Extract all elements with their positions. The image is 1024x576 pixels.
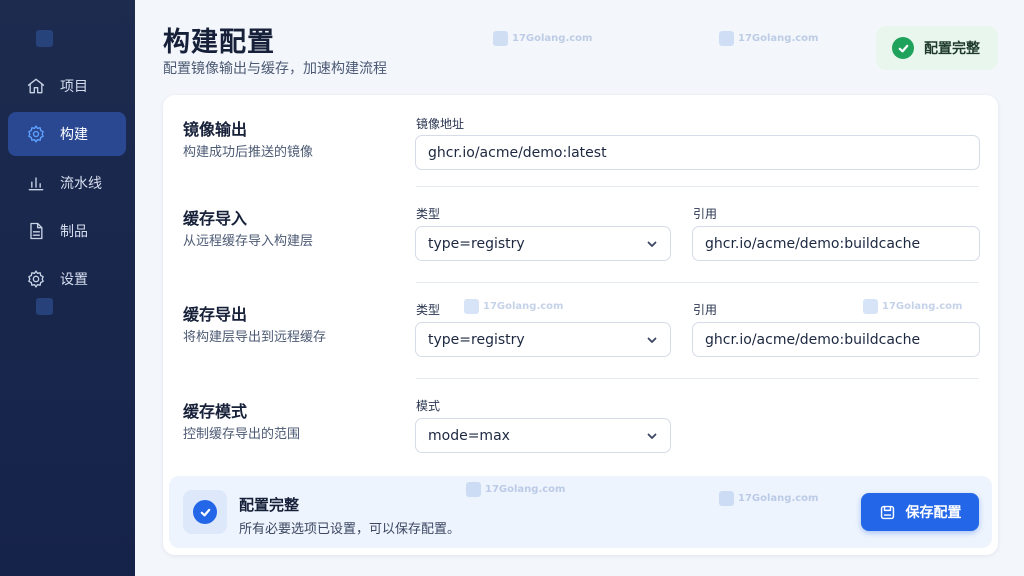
watermark: 17Golang.com: [719, 31, 818, 46]
gear-icon: [28, 125, 44, 143]
sidebar-item-build[interactable]: 构建: [8, 112, 126, 156]
home-icon: [27, 78, 45, 94]
status-badge: 配置完整: [876, 26, 998, 70]
image-address-input[interactable]: ghcr.io/acme/demo:latest: [415, 135, 980, 170]
section-title: 缓存导出: [183, 305, 248, 324]
sidebar-item-label: 构建: [60, 127, 88, 143]
image-address-label: 镜像地址: [416, 117, 465, 131]
divider: [416, 378, 979, 379]
logo-icon: [36, 298, 53, 315]
divider: [416, 186, 979, 187]
sidebar-item-settings[interactable]: 设置: [8, 257, 126, 301]
cache-export-type-label: 类型: [416, 303, 441, 317]
watermark-icon: [719, 31, 734, 46]
divider: [416, 282, 979, 283]
cache-import-ref-input[interactable]: ghcr.io/acme/demo:buildcache: [692, 226, 980, 261]
section-desc: 控制缓存导出的范围: [183, 427, 301, 442]
cache-import-ref-value: ghcr.io/acme/demo:buildcache: [705, 235, 921, 252]
section-title: 缓存模式: [183, 402, 248, 421]
sidebar-item-label: 流水线: [60, 176, 102, 192]
image-address-value: ghcr.io/acme/demo:latest: [428, 144, 607, 161]
section-desc: 将构建层导出到远程缓存: [183, 330, 327, 345]
document-icon: [30, 222, 43, 240]
section-desc: 构建成功后推送的镜像: [183, 145, 314, 160]
page-title: 构建配置: [163, 27, 275, 58]
save-button-label: 保存配置: [905, 504, 962, 520]
settings-icon: [28, 270, 44, 288]
sidebar-item-pipeline[interactable]: 流水线: [8, 161, 126, 205]
chevron-down-icon: [646, 430, 658, 442]
sidebar-item-label: 设置: [60, 272, 88, 288]
cache-export-type-select[interactable]: type=registry: [415, 322, 671, 357]
chevron-down-icon: [646, 334, 658, 346]
cache-export-ref-value: ghcr.io/acme/demo:buildcache: [705, 331, 921, 348]
section-title: 缓存导入: [183, 209, 248, 228]
logo-icon: [36, 30, 53, 47]
cache-import-type-label: 类型: [416, 207, 441, 221]
watermark: 17Golang.com: [493, 31, 592, 46]
banner-desc: 所有必要选项已设置，可以保存配置。: [239, 522, 461, 537]
sidebar-item-artifacts[interactable]: 制品: [8, 209, 126, 253]
cache-mode-value: mode=max: [428, 427, 510, 444]
status-badge-label: 配置完整: [924, 41, 980, 57]
cache-mode-select[interactable]: mode=max: [415, 418, 671, 453]
status-banner: 配置完整 所有必要选项已设置，可以保存配置。 保存配置: [169, 476, 992, 548]
save-config-button[interactable]: 保存配置: [861, 493, 979, 531]
cache-import-type-select[interactable]: type=registry: [415, 226, 671, 261]
section-desc: 从远程缓存导入构建层: [183, 234, 314, 249]
cache-export-type-value: type=registry: [428, 331, 525, 348]
page-subtitle: 配置镜像输出与缓存，加速构建流程: [163, 61, 387, 77]
section-title: 镜像输出: [183, 120, 248, 139]
sidebar-item-label: 项目: [60, 79, 88, 95]
bar-chart-icon: [28, 177, 44, 191]
save-icon: [880, 505, 894, 519]
sidebar-item-projects[interactable]: 项目: [8, 64, 126, 108]
banner-title: 配置完整: [239, 496, 300, 514]
cache-import-ref-label: 引用: [693, 207, 718, 221]
cache-export-ref-input[interactable]: ghcr.io/acme/demo:buildcache: [692, 322, 980, 357]
check-badge: [183, 490, 227, 534]
cache-import-type-value: type=registry: [428, 235, 525, 252]
cache-export-ref-label: 引用: [693, 303, 718, 317]
watermark-icon: [493, 31, 508, 46]
sidebar: 项目 构建 流水线 制品 设置: [0, 0, 135, 576]
sidebar-item-label: 制品: [60, 224, 88, 240]
chevron-down-icon: [646, 238, 658, 250]
cache-mode-label: 模式: [416, 399, 441, 413]
config-card: 镜像输出 构建成功后推送的镜像 镜像地址 ghcr.io/acme/demo:l…: [163, 95, 998, 555]
check-icon: [193, 500, 217, 524]
check-icon: [892, 37, 914, 59]
